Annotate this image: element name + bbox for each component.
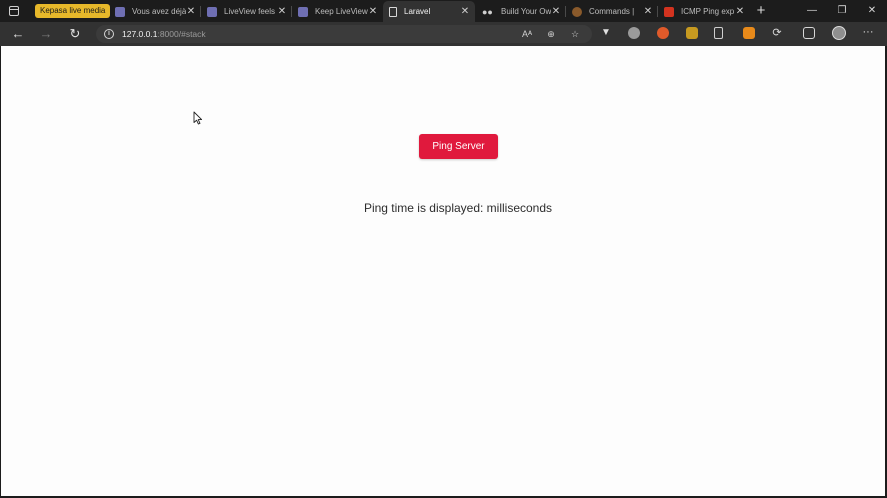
tab-strip: Kepasa live media Vous avez déjà ✕ LiveV…	[0, 0, 887, 22]
tab-title: Build Your Own	[501, 7, 551, 16]
tab-commands[interactable]: Commands | ✕	[566, 1, 658, 22]
zoom-icon[interactable]: ⊕	[544, 27, 558, 41]
close-tab-icon[interactable]: ✕	[460, 6, 470, 17]
tab-title: Vous avez déjà	[132, 7, 186, 16]
address-bar[interactable]: i 127.0.0.1:8000/#stack Aᴬ ⊕ ☆	[96, 25, 592, 43]
tab-favicon-icon	[115, 6, 125, 17]
forward-arrow-icon[interactable]: →	[37, 25, 55, 43]
close-tab-icon[interactable]: ✕	[551, 6, 561, 17]
close-window-icon[interactable]: ✕	[857, 2, 887, 20]
duckduckgo-extension-icon[interactable]	[657, 27, 669, 39]
ping-result-text: Ping time is displayed: milliseconds	[363, 201, 553, 215]
tab-title: Commands |	[589, 7, 635, 16]
mouse-pointer-icon	[193, 111, 203, 125]
more-options-icon[interactable]: ···	[860, 26, 876, 40]
ping-server-button[interactable]: Ping Server	[419, 134, 498, 159]
tab-actions-icon[interactable]	[6, 4, 22, 18]
tab-keep-liveview[interactable]: Keep LiveView ✕	[292, 1, 383, 22]
browser-window: Kepasa live media Vous avez déjà ✕ LiveV…	[0, 0, 887, 498]
tab-favicon-icon	[298, 6, 308, 17]
tab-title: ICMP Ping exp	[681, 7, 735, 16]
new-tab-icon[interactable]: +	[752, 2, 770, 20]
close-tab-icon[interactable]: ✕	[643, 6, 653, 17]
tab-liveview-feels[interactable]: LiveView feels ✕	[201, 1, 292, 22]
rss-extension-icon[interactable]	[743, 27, 755, 39]
tab-favicon-icon	[572, 6, 582, 17]
back-arrow-icon[interactable]: ←	[9, 25, 27, 43]
page-extension-icon[interactable]	[714, 27, 723, 39]
close-tab-icon[interactable]: ✕	[186, 6, 196, 17]
read-aloud-icon[interactable]: Aᴬ	[520, 27, 534, 41]
page-favicon-icon	[389, 6, 397, 17]
url-text[interactable]: 127.0.0.1:8000/#stack	[122, 25, 206, 43]
profile-avatar[interactable]	[832, 26, 846, 40]
close-tab-icon[interactable]: ✕	[368, 6, 378, 17]
tab-icmp-ping[interactable]: ICMP Ping exp ✕	[658, 1, 750, 22]
close-tab-icon[interactable]: ✕	[277, 6, 287, 17]
tab-laravel[interactable]: Laravel ✕	[383, 1, 475, 22]
link-favicon-icon: ●●	[482, 6, 493, 17]
web-page: Ping Server Ping time is displayed: mill…	[1, 46, 885, 496]
reload-icon[interactable]: ↻	[66, 25, 84, 43]
tab-title: Laravel	[404, 7, 431, 16]
extension-icon[interactable]	[628, 27, 640, 39]
collections-icon[interactable]	[803, 27, 815, 39]
extensions-puzzle-icon[interactable]: ⟳	[771, 27, 783, 39]
tab-favicon-icon	[664, 6, 674, 17]
minimize-icon[interactable]: —	[797, 2, 827, 20]
pinned-tab[interactable]: Kepasa live media	[35, 4, 111, 18]
vpn-extension-icon[interactable]: ▼	[600, 27, 612, 39]
close-tab-icon[interactable]: ✕	[735, 6, 745, 17]
tab-favicon-icon	[207, 6, 217, 17]
tab-vous-avez[interactable]: Vous avez déjà ✕	[109, 1, 201, 22]
tab-build-your-own[interactable]: ●● Build Your Own ✕	[476, 1, 566, 22]
restore-icon[interactable]: ❐	[827, 2, 857, 20]
add-favorite-icon[interactable]: ☆	[568, 27, 582, 41]
tab-title: Keep LiveView	[315, 7, 368, 16]
extension-badge-icon[interactable]	[686, 27, 698, 39]
info-icon[interactable]: i	[104, 29, 114, 39]
tab-title: LiveView feels	[224, 7, 275, 16]
